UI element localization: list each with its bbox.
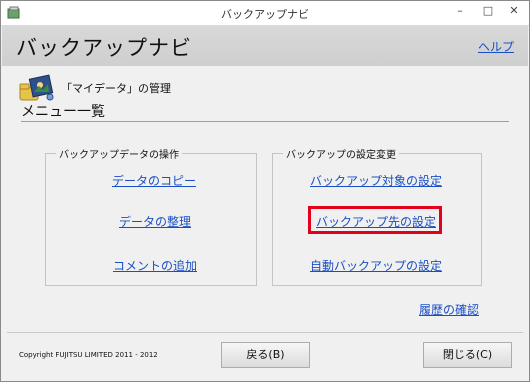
copyright-text: Copyright FUJITSU LIMITED 2011 - 2012 (19, 351, 158, 359)
footer-divider (7, 332, 523, 333)
title-bar: バックアップナビ – □ ✕ (1, 1, 529, 26)
section-caption: 「マイデータ」の管理 (61, 82, 171, 95)
backup-target-settings-link[interactable]: バックアップ対象の設定 (310, 172, 442, 189)
menu-heading: メニュー一覧 (21, 104, 105, 120)
auto-backup-settings-link[interactable]: 自動バックアップの設定 (310, 257, 442, 274)
minimize-button[interactable]: – (447, 1, 473, 23)
backup-destination-settings-link[interactable]: バックアップ先の設定 (316, 213, 436, 230)
header-band: バックアップナビ ヘルプ (2, 26, 528, 66)
group-legend: バックアップデータの操作 (56, 146, 182, 161)
close-window-button[interactable]: ✕ (501, 1, 527, 23)
copy-data-link[interactable]: データのコピー (112, 172, 196, 189)
app-window: バックアップナビ – □ ✕ バックアップナビ ヘルプ 「マイデータ」の管理 メ… (0, 0, 530, 382)
add-comment-link[interactable]: コメントの追加 (113, 257, 197, 274)
help-link[interactable]: ヘルプ (478, 38, 514, 55)
my-data-icon (19, 73, 59, 103)
organize-data-link[interactable]: データの整理 (119, 213, 191, 230)
back-button[interactable]: 戻る(B) (221, 342, 310, 368)
group-legend: バックアップの設定変更 (283, 146, 399, 161)
heading-divider (21, 121, 509, 122)
maximize-button[interactable]: □ (475, 1, 501, 23)
history-link[interactable]: 履歴の確認 (419, 301, 479, 318)
page-title: バックアップナビ (16, 36, 192, 60)
close-button[interactable]: 閉じる(C) (423, 342, 512, 368)
